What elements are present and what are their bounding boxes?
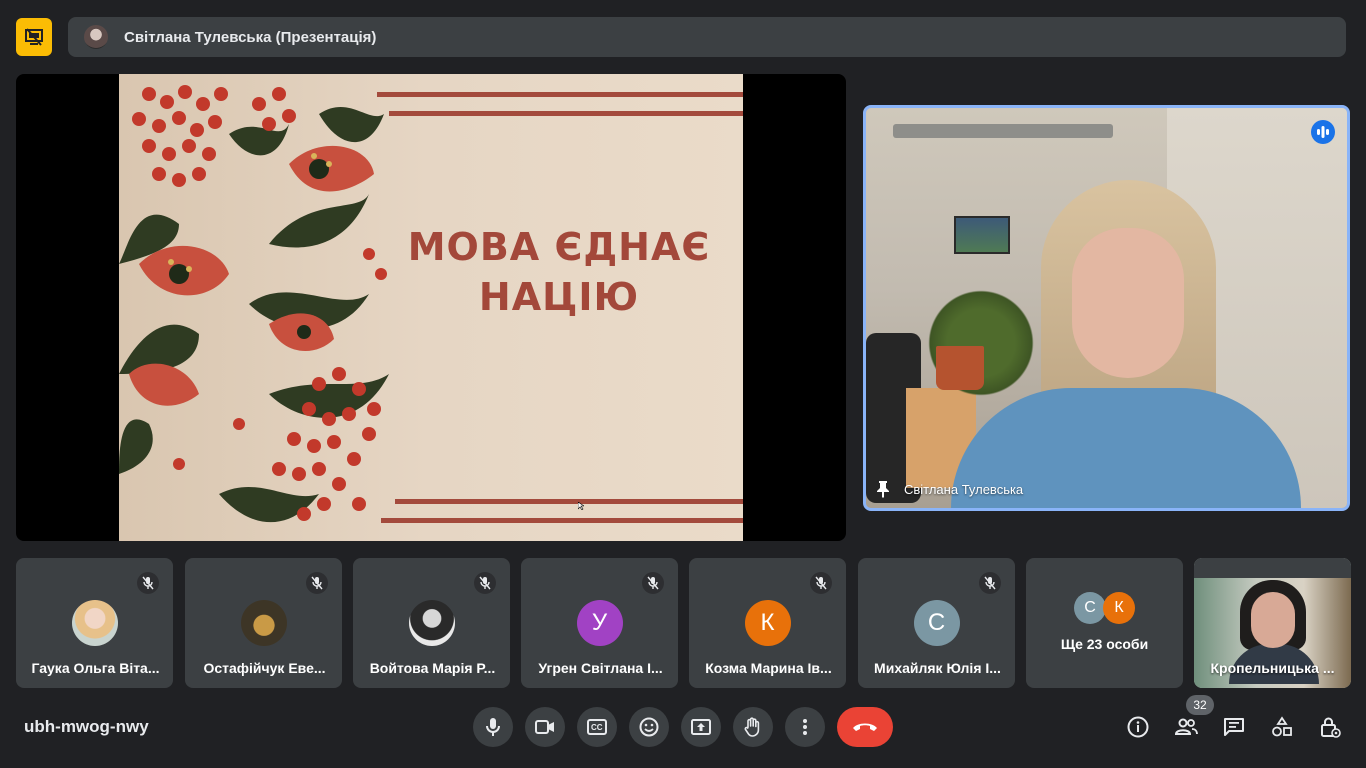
svg-text:CC: CC: [591, 723, 603, 732]
activities-icon: [1272, 716, 1292, 737]
participant-tile[interactable]: Гаука Ольга Віта...: [16, 558, 173, 688]
present-screen-button[interactable]: [681, 707, 721, 747]
avatar: С: [913, 600, 960, 646]
presentation-stage[interactable]: МОВА ЄДНАЄ НАЦІЮ: [16, 74, 846, 541]
mic-off-icon: [810, 572, 832, 594]
mouse-cursor-icon: [578, 502, 584, 510]
participant-figure: [1251, 592, 1295, 648]
camera-icon: [535, 720, 554, 734]
participant-tile[interactable]: Остафійчук Еве...: [185, 558, 342, 688]
participant-tile[interactable]: Войтова Марія Р...: [353, 558, 510, 688]
participant-name: Гаука Ольга Віта...: [31, 660, 160, 676]
mic-off-icon: [474, 572, 496, 594]
microphone-button[interactable]: [473, 707, 513, 747]
background-object: [954, 216, 1010, 254]
raise-hand-icon: [744, 717, 760, 737]
more-options-button[interactable]: [785, 707, 825, 747]
camera-button[interactable]: [525, 707, 565, 747]
emoji-icon: [639, 717, 659, 737]
mic-off-icon: [137, 572, 159, 594]
decor-line: [389, 111, 743, 116]
captions-button[interactable]: CC: [577, 707, 617, 747]
participant-tile[interactable]: С Михайляк Юлія І...: [858, 558, 1015, 688]
microphone-icon: [486, 718, 500, 736]
avatar: [408, 600, 455, 646]
participant-name: Козма Марина Ів...: [705, 660, 832, 676]
presenter-title: Світлана Тулевська (Презентація): [124, 28, 377, 46]
ornament-image: [119, 85, 389, 523]
speaking-indicator-icon: [1311, 120, 1335, 144]
avatar: У: [576, 600, 623, 646]
raise-hand-button[interactable]: [733, 707, 773, 747]
decor-line: [381, 518, 743, 523]
info-icon: [1127, 716, 1149, 738]
people-count-badge: 32: [1186, 695, 1214, 715]
present-screen-icon: [691, 719, 711, 735]
background-object: [936, 346, 984, 390]
participant-name: Угрен Світлана І...: [538, 660, 663, 676]
chat-button[interactable]: [1217, 710, 1251, 744]
speaker-figure: [1072, 228, 1184, 378]
avatar: С: [1074, 592, 1106, 624]
hangup-icon: [853, 723, 877, 731]
emoji-button[interactable]: [629, 707, 669, 747]
participant-name: Михайляк Юлія І...: [874, 660, 1001, 676]
info-button[interactable]: [1121, 710, 1155, 744]
slide-title-line: НАЦІЮ: [478, 275, 640, 319]
slide: МОВА ЄДНАЄ НАЦІЮ: [119, 74, 743, 541]
host-controls-button[interactable]: [1313, 710, 1347, 744]
avatar: К: [1103, 592, 1135, 624]
people-button[interactable]: [1169, 710, 1203, 744]
avatar: [84, 25, 108, 49]
decor-line: [395, 499, 743, 504]
slide-title: МОВА ЄДНАЄ НАЦІЮ: [389, 222, 729, 322]
speaker-label: Світлана Тулевська: [876, 480, 1023, 498]
mic-off-icon: [979, 572, 1001, 594]
chat-icon: [1224, 718, 1244, 736]
participant-name: Войтова Марія Р...: [369, 660, 496, 676]
more-options-icon: [803, 719, 807, 735]
activities-button[interactable]: [1265, 710, 1299, 744]
avatar: К: [744, 600, 791, 646]
captions-icon: CC: [587, 719, 607, 735]
people-icon: [1174, 718, 1198, 735]
avatar: [71, 600, 118, 646]
decor-line: [377, 92, 743, 97]
speaker-video-tile[interactable]: Світлана Тулевська: [863, 105, 1350, 511]
slide-title-line: МОВА ЄДНАЄ: [407, 225, 711, 269]
mic-off-icon: [306, 572, 328, 594]
hangup-button[interactable]: [837, 707, 893, 747]
more-participants-label: Ще 23 особи: [1060, 636, 1149, 652]
participant-name: Кропельницька ...: [1210, 660, 1335, 676]
pin-icon[interactable]: [876, 480, 890, 498]
presentation-off-icon[interactable]: [16, 18, 52, 56]
participant-video-tile[interactable]: Кропельницька ...: [1194, 558, 1351, 688]
presenter-banner[interactable]: Світлана Тулевська (Презентація): [68, 17, 1346, 57]
meet-window: Світлана Тулевська (Презентація) МОВА ЄД…: [0, 0, 1366, 768]
meeting-code: ubh-mwog-nwy: [24, 717, 149, 736]
host-controls-icon: [1321, 717, 1341, 738]
background-object: [893, 124, 1113, 138]
participant-name: Остафійчук Еве...: [203, 660, 326, 676]
participant-tile[interactable]: К Козма Марина Ів...: [689, 558, 846, 688]
speaker-name: Світлана Тулевська: [904, 481, 1024, 497]
mic-off-icon: [642, 572, 664, 594]
participant-tile[interactable]: У Угрен Світлана І...: [521, 558, 678, 688]
avatar: [240, 600, 287, 646]
more-participants-tile[interactable]: С К Ще 23 особи: [1026, 558, 1183, 688]
